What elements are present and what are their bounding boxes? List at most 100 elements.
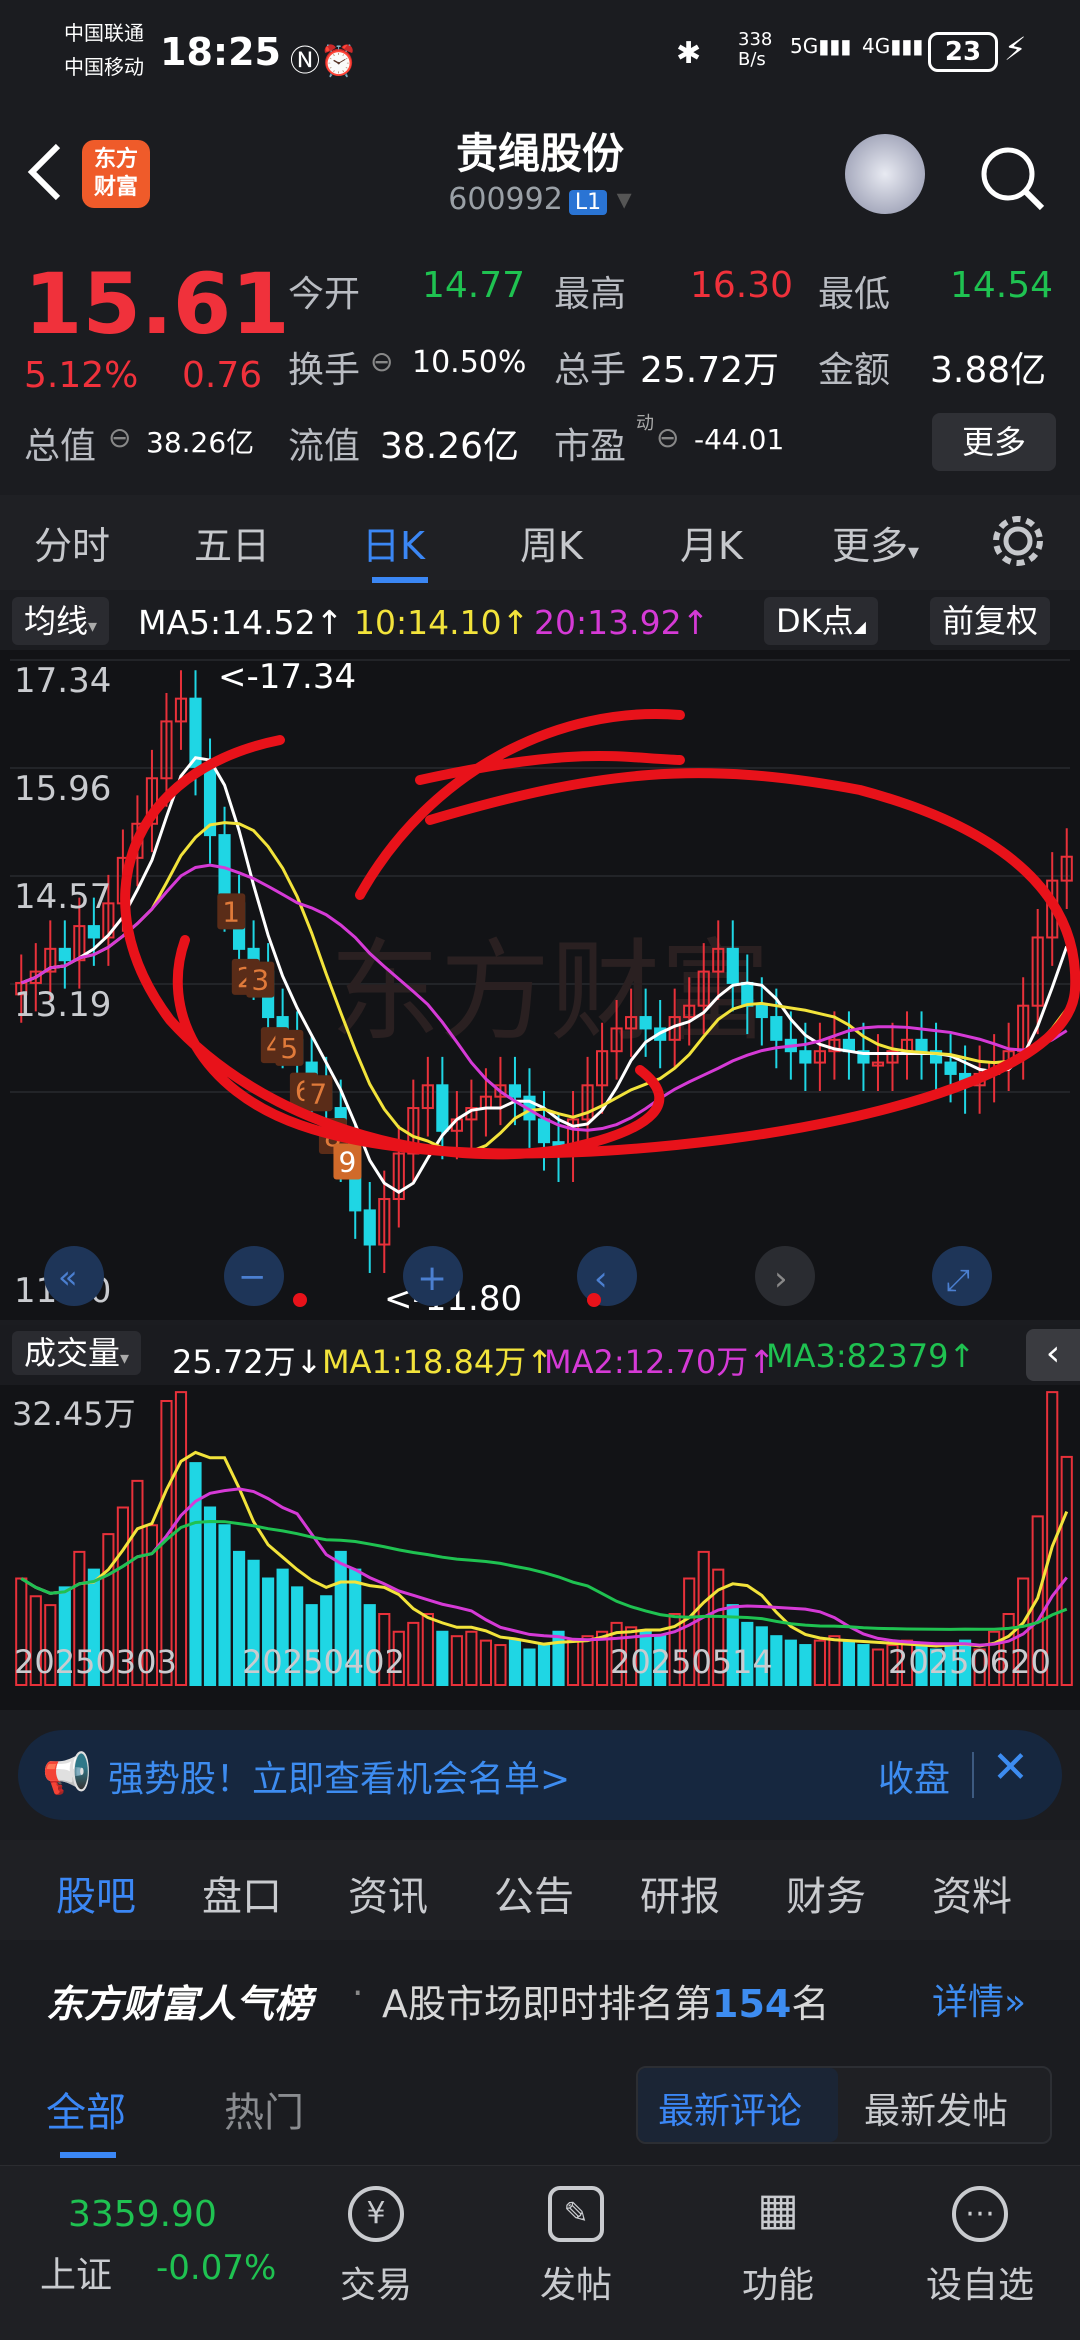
stock-header: 东方 财富 贵绳股份 600992 L1 ▾	[0, 110, 1080, 240]
amount-label: 金额	[818, 350, 891, 391]
date-tick: 20250303	[14, 1643, 177, 1681]
nav-watchlist[interactable]: ⋯ 设自选	[910, 2186, 1050, 2308]
rank-separator: ·	[352, 1973, 364, 2014]
info-icon[interactable]: ⊖	[370, 345, 393, 378]
charging-icon: ⚡	[1004, 30, 1027, 68]
double-chevron-left-icon: «	[58, 1258, 78, 1296]
banner-text[interactable]: 强势股！立即查看机会名单>	[108, 1750, 570, 1802]
megaphone-icon: 📢	[42, 1751, 92, 1797]
tab-hot[interactable]: 热门	[224, 2080, 304, 2138]
candle-body	[755, 1004, 768, 1019]
volume-bar	[494, 1644, 507, 1687]
post-filter-tabs: 全部 热门 最新评论 最新发帖	[0, 2060, 1080, 2160]
tab-profile[interactable]: 资料	[932, 1864, 1012, 1922]
status-bar: 中国联通 中国移动 18:25 Ⓝ⏰ ✱ 338 B/s 5G▮▮▮ 4G▮▮▮ …	[0, 0, 1080, 110]
info-icon[interactable]: ⊖	[656, 421, 679, 454]
stock-code: 600992	[448, 182, 563, 217]
volume-bar	[189, 1462, 202, 1687]
battery-indicator: 23	[928, 32, 998, 72]
tab-pankou[interactable]: 盘口	[202, 1864, 282, 1922]
latest-comment-button[interactable]: 最新评论	[658, 2082, 802, 2134]
rank-number: 154	[712, 1982, 792, 2026]
robot-assistant-icon[interactable]	[845, 134, 925, 214]
volume-label: 总手	[554, 350, 627, 391]
volume-ma-line	[20, 1450, 1069, 1648]
settings-button[interactable]	[990, 513, 1046, 573]
marker-dot	[293, 1293, 307, 1307]
rank-detail-link[interactable]: 详情»	[932, 1973, 1026, 2025]
candle-body	[639, 1016, 652, 1030]
nav-trade[interactable]: ¥ 交易	[306, 2186, 446, 2308]
price-tick: 17.34	[14, 661, 111, 701]
chevron-left-icon: ‹	[594, 1259, 608, 1299]
indicator-select[interactable]: 均线▾	[12, 597, 110, 645]
volume-bar	[813, 1639, 826, 1686]
td-number: 9	[338, 1146, 356, 1179]
close-banner-button[interactable]: ✕	[992, 1742, 1029, 1793]
clock: 18:25	[160, 30, 281, 74]
search-button[interactable]	[978, 144, 1048, 218]
tab-research[interactable]: 研报	[640, 1864, 720, 1922]
edit-icon: ✎	[548, 2186, 604, 2242]
rank-text: A股市场即时排名第154名	[382, 1982, 830, 2026]
tab-more[interactable]: 更多▾	[832, 515, 919, 570]
adjust-select[interactable]: 前复权	[930, 597, 1051, 645]
nav-functions[interactable]: ▦ 功能	[708, 2186, 848, 2308]
candle-body	[87, 925, 100, 939]
volume-bar	[436, 1630, 449, 1686]
promo-banner[interactable]: 📢 强势股！立即查看机会名单> 收盘 ✕	[18, 1730, 1062, 1820]
pe-value: -44.01	[694, 423, 785, 456]
popularity-rank[interactable]: 东方财富人气榜 · A股市场即时排名第154名 详情»	[0, 1945, 1080, 2045]
volume-bar	[508, 1639, 522, 1686]
tab-monthly-k[interactable]: 月K	[680, 515, 743, 570]
volume-axis-bg	[0, 1687, 1080, 1710]
latest-post-button[interactable]: 最新发帖	[864, 2082, 1008, 2134]
quote-panel: 15.61 5.12% 0.76 今开 14.77 最高 16.30 最低 14…	[0, 245, 1080, 485]
tab-guba[interactable]: 股吧	[56, 1864, 136, 1922]
tab-intraday[interactable]: 分时	[34, 515, 110, 570]
nfc-icon: Ⓝ⏰	[290, 44, 358, 79]
tab-weekly-k[interactable]: 周K	[520, 515, 583, 570]
kline-canvas: 东方财富 17.3415.9614.5713.1911.80 <-17.34 <…	[10, 657, 1080, 1319]
volume-bar	[842, 1639, 856, 1686]
price-tick: 13.19	[14, 985, 111, 1025]
content-tabs: 股吧 盘口 资讯 公告 研报 财务 资料	[0, 1840, 1080, 1940]
tab-five-day[interactable]: 五日	[194, 515, 270, 570]
high-value: 16.30	[690, 265, 794, 306]
tab-finance[interactable]: 财务	[786, 1864, 866, 1922]
high-label: 最高	[554, 274, 627, 315]
candle-body	[741, 981, 754, 1007]
kline-chart[interactable]: 东方财富 17.3415.9614.5713.1911.80 <-17.34 <…	[0, 650, 1080, 1320]
collapse-button[interactable]: ‹	[1026, 1329, 1080, 1381]
info-icon[interactable]: ⊖	[108, 421, 131, 454]
close-icon: ✕	[992, 1742, 1029, 1793]
tab-daily-k[interactable]: 日K	[362, 515, 425, 570]
more-quote-button[interactable]: 更多	[932, 413, 1056, 471]
chevron-left-icon: ‹	[1045, 1333, 1061, 1374]
volume-bar	[566, 1639, 580, 1686]
more-dots-icon: ⋯	[952, 2186, 1008, 2242]
triangle-down-icon: ▾	[616, 182, 632, 217]
change-amount: 0.76	[182, 355, 263, 396]
candle-body	[436, 1084, 449, 1132]
dk-point-button[interactable]: DK点◢	[764, 597, 878, 645]
td-number: 5	[280, 1032, 298, 1065]
banner-right-text: 收盘	[878, 1759, 951, 1800]
td-number: 3	[251, 964, 269, 997]
volume-bar	[450, 1635, 463, 1687]
volume-indicator-select[interactable]: 成交量▾	[12, 1331, 142, 1375]
signal-4g: 4G▮▮▮	[862, 34, 924, 58]
date-tick: 20250402	[242, 1643, 405, 1681]
tab-news[interactable]: 资讯	[348, 1864, 428, 1922]
tab-all[interactable]: 全部	[46, 2080, 126, 2138]
tab-announcements[interactable]: 公告	[494, 1864, 574, 1922]
low-value: 14.54	[950, 265, 1054, 306]
volume-bar	[465, 1630, 478, 1686]
level-tag: L1	[568, 190, 608, 215]
double-chevron-right-icon: »	[1004, 1982, 1027, 2023]
nav-post[interactable]: ✎ 发帖	[506, 2186, 646, 2308]
index-value[interactable]: 3359.90	[68, 2194, 217, 2235]
mktcap-label: 总值	[24, 426, 97, 467]
sort-segment: 最新评论 最新发帖	[636, 2066, 1052, 2144]
low-label: 最低	[818, 274, 891, 315]
